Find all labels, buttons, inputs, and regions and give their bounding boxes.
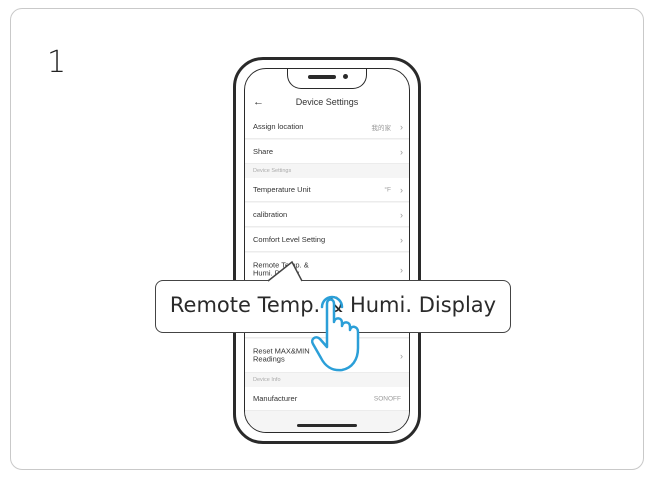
callout-pointer-tail xyxy=(267,260,303,282)
tap-hand-icon xyxy=(311,295,360,372)
callout-pointer xyxy=(267,260,303,282)
